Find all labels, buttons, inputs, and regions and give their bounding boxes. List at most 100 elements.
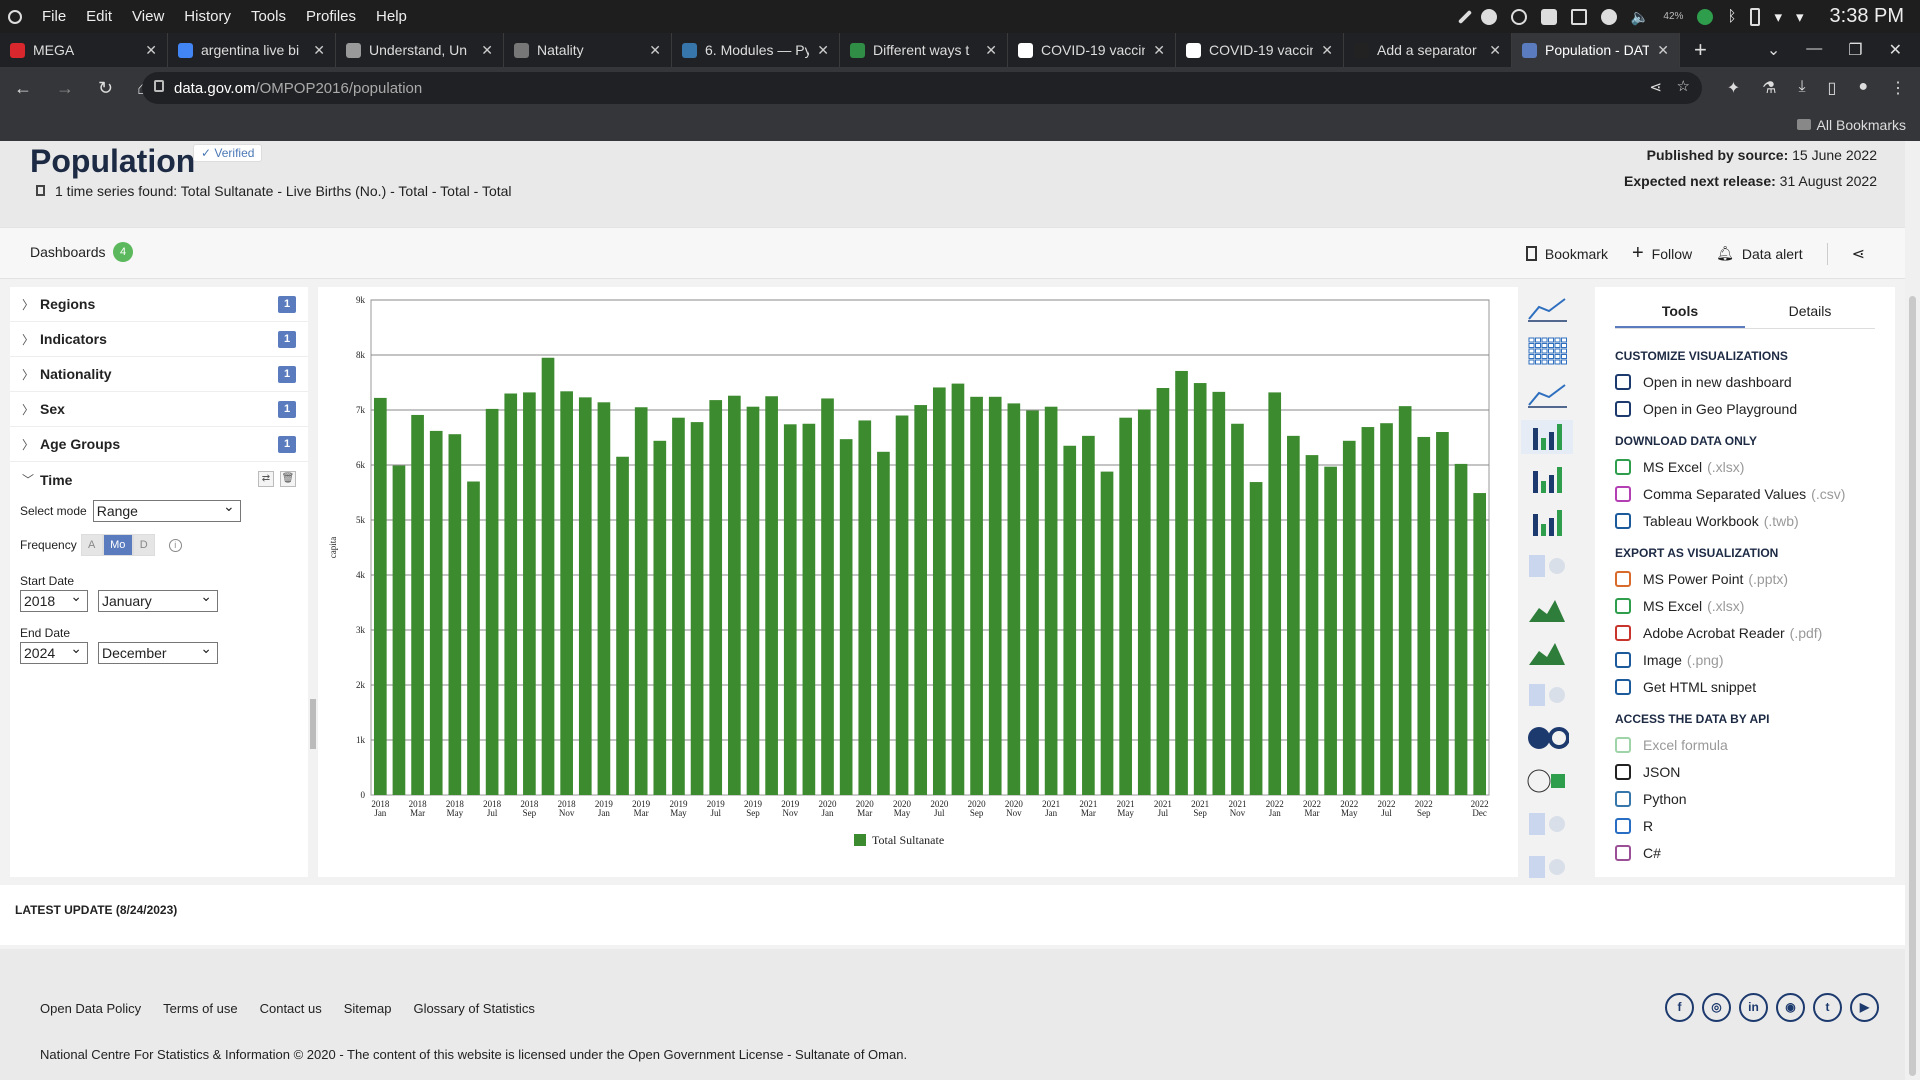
- tool-excel-formula[interactable]: Excel formula: [1595, 731, 1895, 758]
- bar[interactable]: [1137, 409, 1151, 795]
- area-line-icon[interactable]: [1521, 377, 1573, 411]
- close-tab-icon[interactable]: ✕: [1153, 42, 1165, 59]
- bar[interactable]: [970, 396, 983, 795]
- close-tab-icon[interactable]: ✕: [1489, 42, 1501, 59]
- end-year-select[interactable]: 2024: [20, 640, 88, 664]
- dropdown-icon[interactable]: ▾: [1796, 8, 1804, 26]
- clipboard-icon[interactable]: [1570, 8, 1587, 25]
- tool-r[interactable]: R: [1595, 812, 1895, 839]
- stacked-bar-icon[interactable]: [1521, 463, 1573, 497]
- page-scrollbar-thumb[interactable]: [1909, 296, 1916, 1076]
- tab-tools[interactable]: Tools: [1615, 299, 1745, 328]
- tool-powerpoint[interactable]: MS Power Point (.pptx): [1595, 565, 1895, 592]
- bluetooth-icon[interactable]: ᛒ: [1727, 8, 1736, 25]
- menu-help[interactable]: Help: [366, 8, 417, 25]
- bar[interactable]: [541, 357, 555, 795]
- pie-chart-icon[interactable]: [1521, 721, 1573, 755]
- bar[interactable]: [504, 393, 518, 796]
- bar[interactable]: [1026, 410, 1039, 795]
- page-scrollbar[interactable]: [1905, 141, 1920, 1080]
- follow-button[interactable]: + Follow: [1632, 242, 1692, 265]
- tool-image[interactable]: Image (.png): [1595, 646, 1895, 673]
- bar[interactable]: [1119, 417, 1132, 795]
- tool-excel[interactable]: MS Excel (.xlsx): [1595, 453, 1895, 480]
- footer-link[interactable]: Glossary of Statistics: [413, 1001, 534, 1016]
- bar[interactable]: [783, 424, 797, 795]
- frequency-mo[interactable]: Mo: [102, 534, 133, 556]
- data-alert-button[interactable]: 🔔︎ Data alert: [1716, 245, 1802, 262]
- bar[interactable]: [467, 481, 480, 796]
- tab-list-icon[interactable]: ⌄: [1767, 40, 1780, 60]
- bookmark-button[interactable]: Bookmark: [1525, 246, 1608, 262]
- profile-icon[interactable]: ●: [1858, 78, 1868, 98]
- facet-indicators[interactable]: 〉 Indicators 1: [10, 322, 308, 357]
- menu-tools[interactable]: Tools: [241, 8, 296, 25]
- tool-geo-pin[interactable]: Open in Geo Playground: [1595, 395, 1895, 422]
- bar[interactable]: [765, 396, 778, 795]
- share-icon[interactable]: ⋖: [1852, 244, 1865, 264]
- instagram-icon[interactable]: ◎: [1702, 993, 1731, 1022]
- bar[interactable]: [560, 391, 573, 795]
- tool-csv[interactable]: Comma Separated Values (.csv): [1595, 480, 1895, 507]
- url-bar[interactable]: data.gov.om/OMPOP2016/population ⋖ ☆: [142, 72, 1702, 104]
- dashboards-link[interactable]: Dashboards: [30, 244, 106, 260]
- play-icon[interactable]: [1600, 8, 1617, 25]
- tool-python[interactable]: Python: [1595, 785, 1895, 812]
- bar[interactable]: [1454, 463, 1468, 795]
- reload-icon[interactable]: ↻: [98, 78, 113, 99]
- sidebar-icon[interactable]: ▯: [1828, 78, 1837, 98]
- map-icon[interactable]: [1521, 764, 1573, 798]
- bar[interactable]: [821, 398, 834, 795]
- bar[interactable]: [597, 402, 611, 795]
- restore-icon[interactable]: ❐: [1848, 40, 1862, 60]
- bar[interactable]: [690, 422, 704, 795]
- bar[interactable]: [1436, 432, 1449, 795]
- bar[interactable]: [1156, 388, 1170, 795]
- bar[interactable]: [448, 434, 462, 795]
- tool-dashboard[interactable]: Open in new dashboard: [1595, 368, 1895, 395]
- bar[interactable]: [895, 415, 909, 796]
- select-mode-dropdown[interactable]: Range: [92, 498, 241, 522]
- facebook-icon[interactable]: f: [1665, 993, 1694, 1022]
- bar[interactable]: [1082, 435, 1095, 795]
- bar[interactable]: [914, 405, 928, 795]
- bar[interactable]: [411, 414, 424, 795]
- facet-nationality[interactable]: 〉 Nationality 1: [10, 357, 308, 392]
- bar[interactable]: [1268, 392, 1282, 795]
- browser-menu-icon[interactable]: ⋮: [1890, 78, 1906, 98]
- footer-link[interactable]: Terms of use: [163, 1001, 237, 1016]
- horizontal-bar-icon[interactable]: [1521, 506, 1573, 540]
- treemap-icon[interactable]: [1521, 850, 1573, 884]
- status-green-icon[interactable]: [1697, 8, 1714, 25]
- tool-tableau[interactable]: Tableau Workbook (.twb): [1595, 507, 1895, 534]
- info-icon[interactable]: i: [168, 538, 182, 552]
- tab-details[interactable]: Details: [1745, 299, 1875, 328]
- browser-tab[interactable]: 6. Modules — Py ✕: [672, 33, 840, 67]
- close-tab-icon[interactable]: ✕: [649, 42, 661, 59]
- all-bookmarks[interactable]: All Bookmarks: [1796, 117, 1906, 133]
- power-icon[interactable]: [1510, 8, 1527, 25]
- menu-edit[interactable]: Edit: [76, 8, 122, 25]
- swap-icon[interactable]: ⇄: [258, 471, 274, 487]
- facet-regions[interactable]: 〉 Regions 1: [10, 287, 308, 322]
- start-year-select[interactable]: 2018: [20, 588, 88, 612]
- bar[interactable]: [728, 395, 741, 795]
- tool-csharp[interactable]: C#: [1595, 839, 1895, 866]
- bar[interactable]: [1398, 406, 1412, 795]
- facet-age-groups[interactable]: 〉 Age Groups 1: [10, 427, 308, 462]
- table-icon[interactable]: [1521, 334, 1573, 368]
- bar[interactable]: [839, 439, 853, 795]
- heatmap-icon[interactable]: [1521, 549, 1573, 583]
- browser-tab[interactable]: Population - DAT ✕: [1512, 33, 1680, 67]
- bar[interactable]: [858, 420, 872, 795]
- bar[interactable]: [1305, 455, 1319, 795]
- close-tab-icon[interactable]: ✕: [1657, 42, 1669, 59]
- bar[interactable]: [1212, 391, 1226, 795]
- tool-code[interactable]: Get HTML snippet: [1595, 673, 1895, 700]
- tool-pdf[interactable]: Adobe Acrobat Reader (.pdf): [1595, 619, 1895, 646]
- menu-profiles[interactable]: Profiles: [296, 8, 366, 25]
- panel-scrollbar[interactable]: [310, 699, 316, 749]
- bar[interactable]: [1361, 427, 1375, 795]
- bar[interactable]: [392, 465, 406, 795]
- tool-json[interactable]: JSON: [1595, 758, 1895, 785]
